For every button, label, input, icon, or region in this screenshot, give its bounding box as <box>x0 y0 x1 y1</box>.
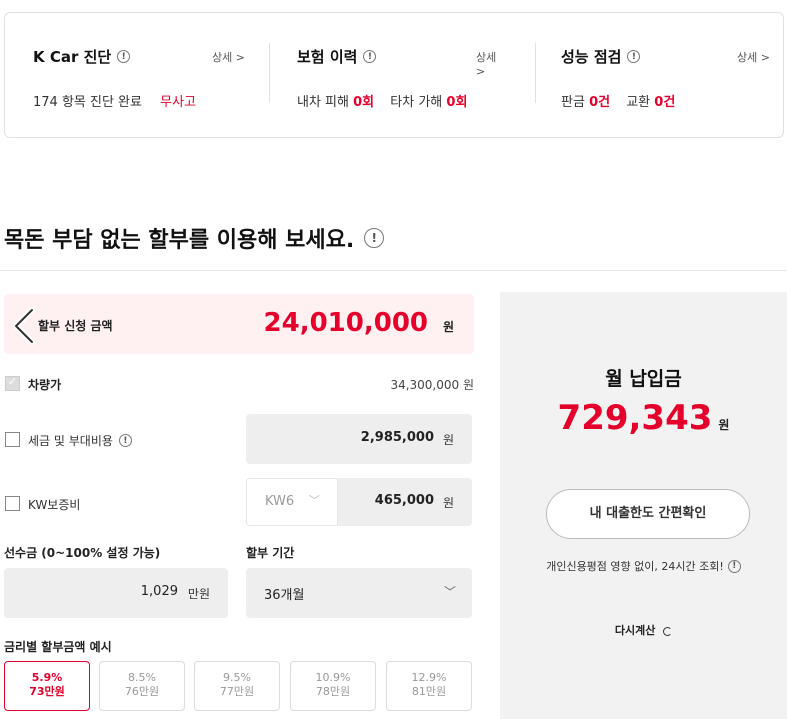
rate-card[interactable]: 5.9% 73만원 <box>4 661 90 711</box>
rate-percent: 9.5% <box>223 671 251 684</box>
monthly-payment: 729,343 원 <box>500 398 787 438</box>
warranty-select[interactable]: KW6 ﹀ <box>246 478 338 526</box>
period-title: 할부 기간 <box>246 546 295 560</box>
inspection-column: 성능 점검 ! 상세 > 판금 0건 교환 0건 <box>561 13 775 137</box>
loan-limit-check-button[interactable]: 내 대출한도 간편확인 <box>546 489 750 539</box>
rate-percent: 5.9% <box>31 671 63 684</box>
car-price-checkbox[interactable] <box>5 375 20 391</box>
info-icon[interactable]: ! <box>117 50 131 63</box>
warranty-checkbox[interactable] <box>5 496 20 511</box>
info-icon[interactable]: ! <box>627 50 641 63</box>
warranty-value-box: 465,000 원 <box>338 478 472 526</box>
info-icon[interactable]: ! <box>363 50 377 63</box>
warranty-label: KW보증비 <box>28 498 81 512</box>
refresh-icon <box>663 626 673 636</box>
diag-count: 174 항목 진단 완료 <box>33 95 142 110</box>
diag-title: K Car 진단 <box>33 48 112 66</box>
apply-amount-row: 할부 신청 금액 24,010,000 원 <box>4 294 474 354</box>
rate-amount: 78만원 <box>315 685 351 698</box>
warranty-option: KW6 <box>265 494 295 509</box>
replace-value: 0건 <box>654 95 676 110</box>
diag-header: K Car 진단 ! <box>33 46 131 67</box>
rate-title: 금리별 할부금액 예시 <box>4 640 112 654</box>
chevron-down-icon: ﹀ <box>309 494 320 507</box>
panel-label: 판금 <box>561 95 585 110</box>
diag-detail-link[interactable]: 상세 > <box>212 49 245 65</box>
monthly-payment-title: 월 납입금 <box>605 368 682 390</box>
divider <box>535 43 536 103</box>
rate-percent: 10.9% <box>315 671 351 684</box>
own-damage-value: 0회 <box>353 95 375 110</box>
apply-amount-value: 24,010,000 <box>263 308 428 338</box>
diag-status: 무사고 <box>160 95 197 110</box>
down-payment-unit: 만원 <box>187 587 210 601</box>
recalculate-button[interactable]: 다시계산 <box>500 622 787 638</box>
info-icon[interactable]: ! <box>364 228 385 248</box>
rate-amount: 81만원 <box>411 685 447 698</box>
recalculate-label: 다시계산 <box>614 624 656 637</box>
tax-label: 세금 및 부대비용 <box>28 434 113 448</box>
vehicle-summary-card: K Car 진단 ! 상세 > 174 항목 진단 완료 무사고 보험 이력 !… <box>4 12 784 138</box>
down-payment-input[interactable]: 1,029 만원 <box>4 568 228 618</box>
monthly-payment-amount: 729,343 <box>557 398 713 438</box>
inspection-detail-link[interactable]: 상세 > <box>737 49 770 65</box>
car-price-label: 차량가 <box>28 378 62 392</box>
rate-amount: 73만원 <box>29 685 65 698</box>
warranty-value: 465,000 <box>374 493 434 508</box>
apply-amount-label: 할부 신청 금액 <box>38 319 113 333</box>
rate-card[interactable]: 10.9% 78만원 <box>290 661 376 711</box>
period-select[interactable]: 36개월 ﹀ <box>246 568 472 618</box>
down-payment-value: 1,029 <box>140 584 178 599</box>
info-icon[interactable]: ! <box>727 559 741 573</box>
divider <box>0 270 787 271</box>
tax-unit: 원 <box>442 433 454 447</box>
credit-note-text: 개인신용평점 영향 없이, 24시간 조회! <box>546 560 724 573</box>
warranty-unit: 원 <box>442 496 454 510</box>
info-icon[interactable]: ! <box>118 434 132 447</box>
insurance-header: 보험 이력 ! <box>297 46 377 67</box>
insurance-detail-link[interactable]: 상세 > <box>476 49 507 78</box>
down-payment-title: 선수금 (0~100% 설정 가능) <box>4 546 161 560</box>
tax-checkbox[interactable] <box>5 432 20 447</box>
rate-percent: 8.5% <box>128 671 156 684</box>
apply-amount-unit: 원 <box>442 320 454 334</box>
chevron-down-icon: ﹀ <box>443 585 456 599</box>
inspection-header: 성능 점검 ! <box>561 46 641 67</box>
rate-percent: 12.9% <box>411 671 447 684</box>
diag-column: K Car 진단 ! 상세 > 174 항목 진단 완료 무사고 <box>33 13 269 137</box>
tax-label-group: 세금 및 부대비용 ! <box>28 432 132 449</box>
rate-amount: 76만원 <box>124 685 160 698</box>
section-title: 목돈 부담 없는 할부를 이용해 보세요. ! <box>4 222 385 254</box>
insurance-title: 보험 이력 <box>297 48 358 66</box>
tax-value: 2,985,000 <box>360 430 434 445</box>
section-title-text: 목돈 부담 없는 할부를 이용해 보세요. <box>4 228 355 253</box>
other-damage-label: 타차 가해 <box>390 95 443 110</box>
monthly-payment-unit: 원 <box>718 418 730 432</box>
other-damage-value: 0회 <box>446 95 468 110</box>
monthly-payment-panel: 월 납입금 729,343 원 내 대출한도 간편확인 개인신용평점 영향 없이,… <box>500 292 787 719</box>
replace-label: 교환 <box>626 95 651 110</box>
chevron-left-icon[interactable] <box>10 306 40 346</box>
car-price-value: 34,300,000 원 <box>390 378 474 392</box>
inspection-title: 성능 점검 <box>561 48 622 66</box>
period-value: 36개월 <box>264 588 305 603</box>
tax-value-box: 2,985,000 원 <box>246 414 472 464</box>
credit-note: 개인신용평점 영향 없이, 24시간 조회! ! <box>500 558 787 574</box>
own-damage-label: 내차 피해 <box>297 95 349 110</box>
divider <box>269 43 270 103</box>
rate-card[interactable]: 8.5% 76만원 <box>99 661 185 711</box>
insurance-values: 내차 피해 0회 타차 가해 0회 <box>297 91 467 110</box>
rate-card[interactable]: 12.9% 81만원 <box>386 661 472 711</box>
rate-card[interactable]: 9.5% 77만원 <box>194 661 280 711</box>
diag-values: 174 항목 진단 완료 무사고 <box>33 91 196 110</box>
panel-value: 0건 <box>589 95 611 110</box>
inspection-values: 판금 0건 교환 0건 <box>561 91 675 110</box>
insurance-column: 보험 이력 ! 상세 > 내차 피해 0회 타차 가해 0회 <box>297 13 507 137</box>
rate-amount: 77만원 <box>219 685 255 698</box>
